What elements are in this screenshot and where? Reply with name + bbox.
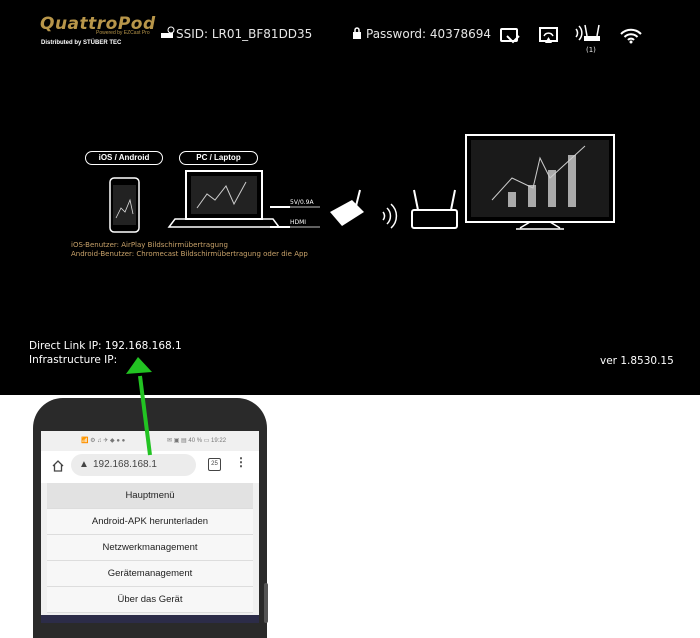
annotation-arrow: [126, 357, 152, 456]
